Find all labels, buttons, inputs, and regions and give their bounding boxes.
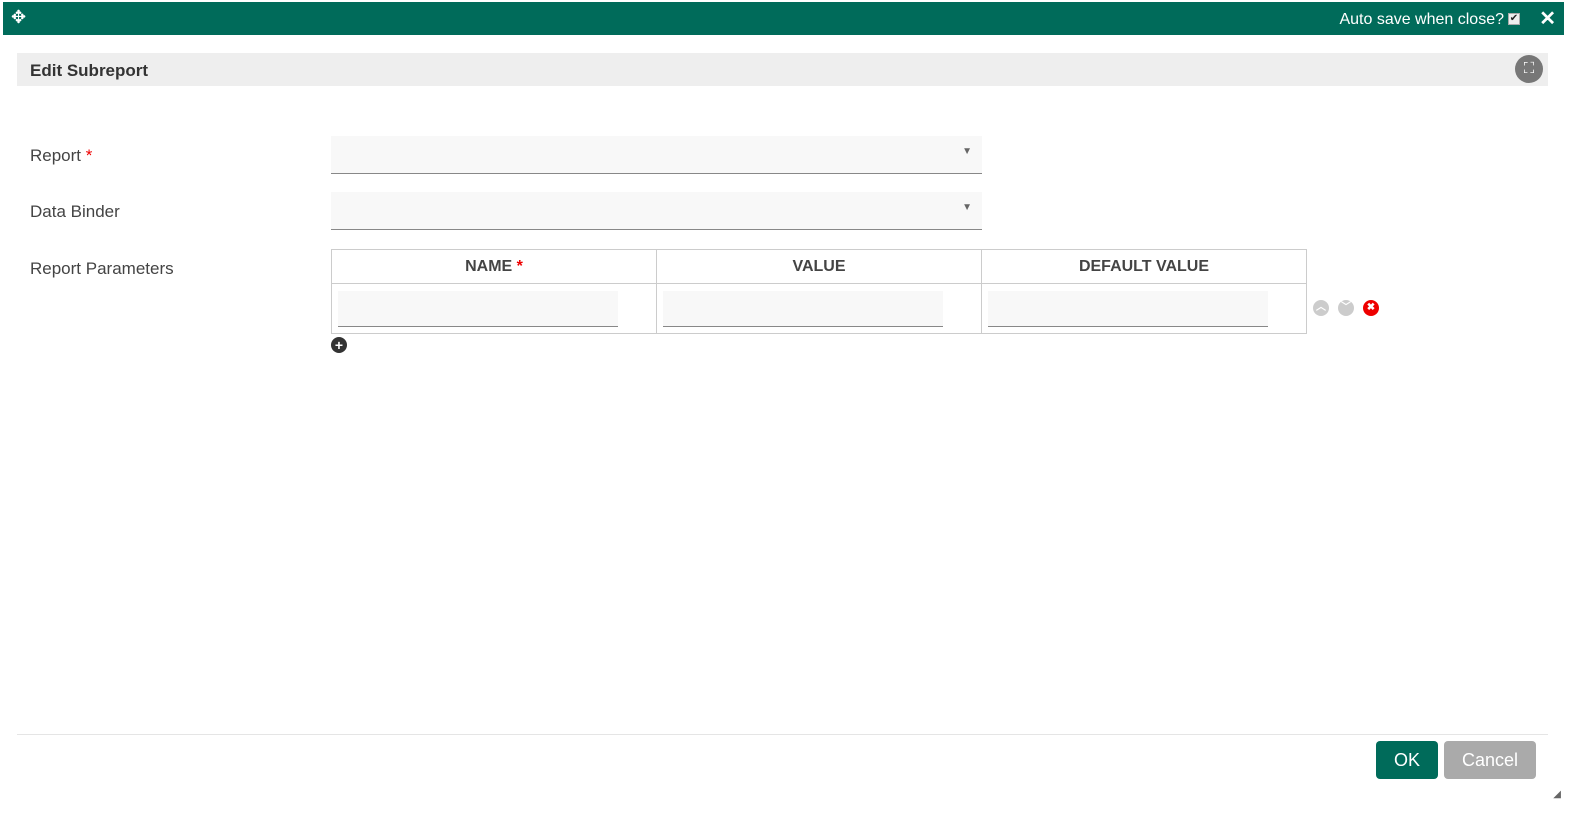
- autosave-label: Auto save when close?: [1339, 11, 1504, 28]
- maximize-icon[interactable]: ⛶: [1515, 55, 1543, 83]
- move-down-icon[interactable]: ﹀: [1338, 300, 1354, 316]
- column-header-name: NAME *: [331, 249, 657, 284]
- add-row-icon[interactable]: +: [331, 337, 347, 353]
- report-label: Report *: [30, 146, 93, 165]
- delete-row-icon[interactable]: ✖: [1363, 300, 1379, 316]
- parameters-table: NAME * VALUE DEFAULT VALUE: [331, 249, 1307, 334]
- column-header-default-value: DEFAULT VALUE: [981, 249, 1307, 284]
- autosave-checkbox[interactable]: ✔: [1508, 13, 1520, 25]
- name-input[interactable]: [338, 290, 618, 327]
- dialog-header: Edit Subreport ⛶: [17, 53, 1548, 86]
- ok-button[interactable]: OK: [1376, 741, 1438, 779]
- table-row: [331, 283, 1307, 334]
- report-parameters-label: Report Parameters: [30, 259, 174, 278]
- close-icon[interactable]: ✕: [1539, 6, 1556, 31]
- dialog-title: Edit Subreport: [30, 61, 149, 80]
- move-up-icon[interactable]: ︿: [1313, 300, 1329, 316]
- cancel-button[interactable]: Cancel: [1444, 741, 1536, 779]
- move-icon[interactable]: ✥: [11, 7, 26, 28]
- title-bar[interactable]: ✥ Auto save when close? ✔ ✕: [3, 2, 1564, 35]
- report-select[interactable]: ▼: [331, 136, 982, 174]
- value-input[interactable]: [663, 290, 943, 327]
- resize-handle-icon[interactable]: ◢: [1553, 789, 1561, 800]
- data-binder-label: Data Binder: [30, 202, 120, 221]
- footer-divider: [17, 734, 1548, 735]
- data-binder-select[interactable]: ▼: [331, 192, 982, 230]
- default-value-input[interactable]: [988, 290, 1268, 327]
- chevron-down-icon: ▼: [962, 146, 972, 157]
- chevron-down-icon: ▼: [962, 202, 972, 213]
- column-header-value: VALUE: [656, 249, 982, 284]
- autosave-toggle[interactable]: Auto save when close? ✔: [1339, 11, 1520, 29]
